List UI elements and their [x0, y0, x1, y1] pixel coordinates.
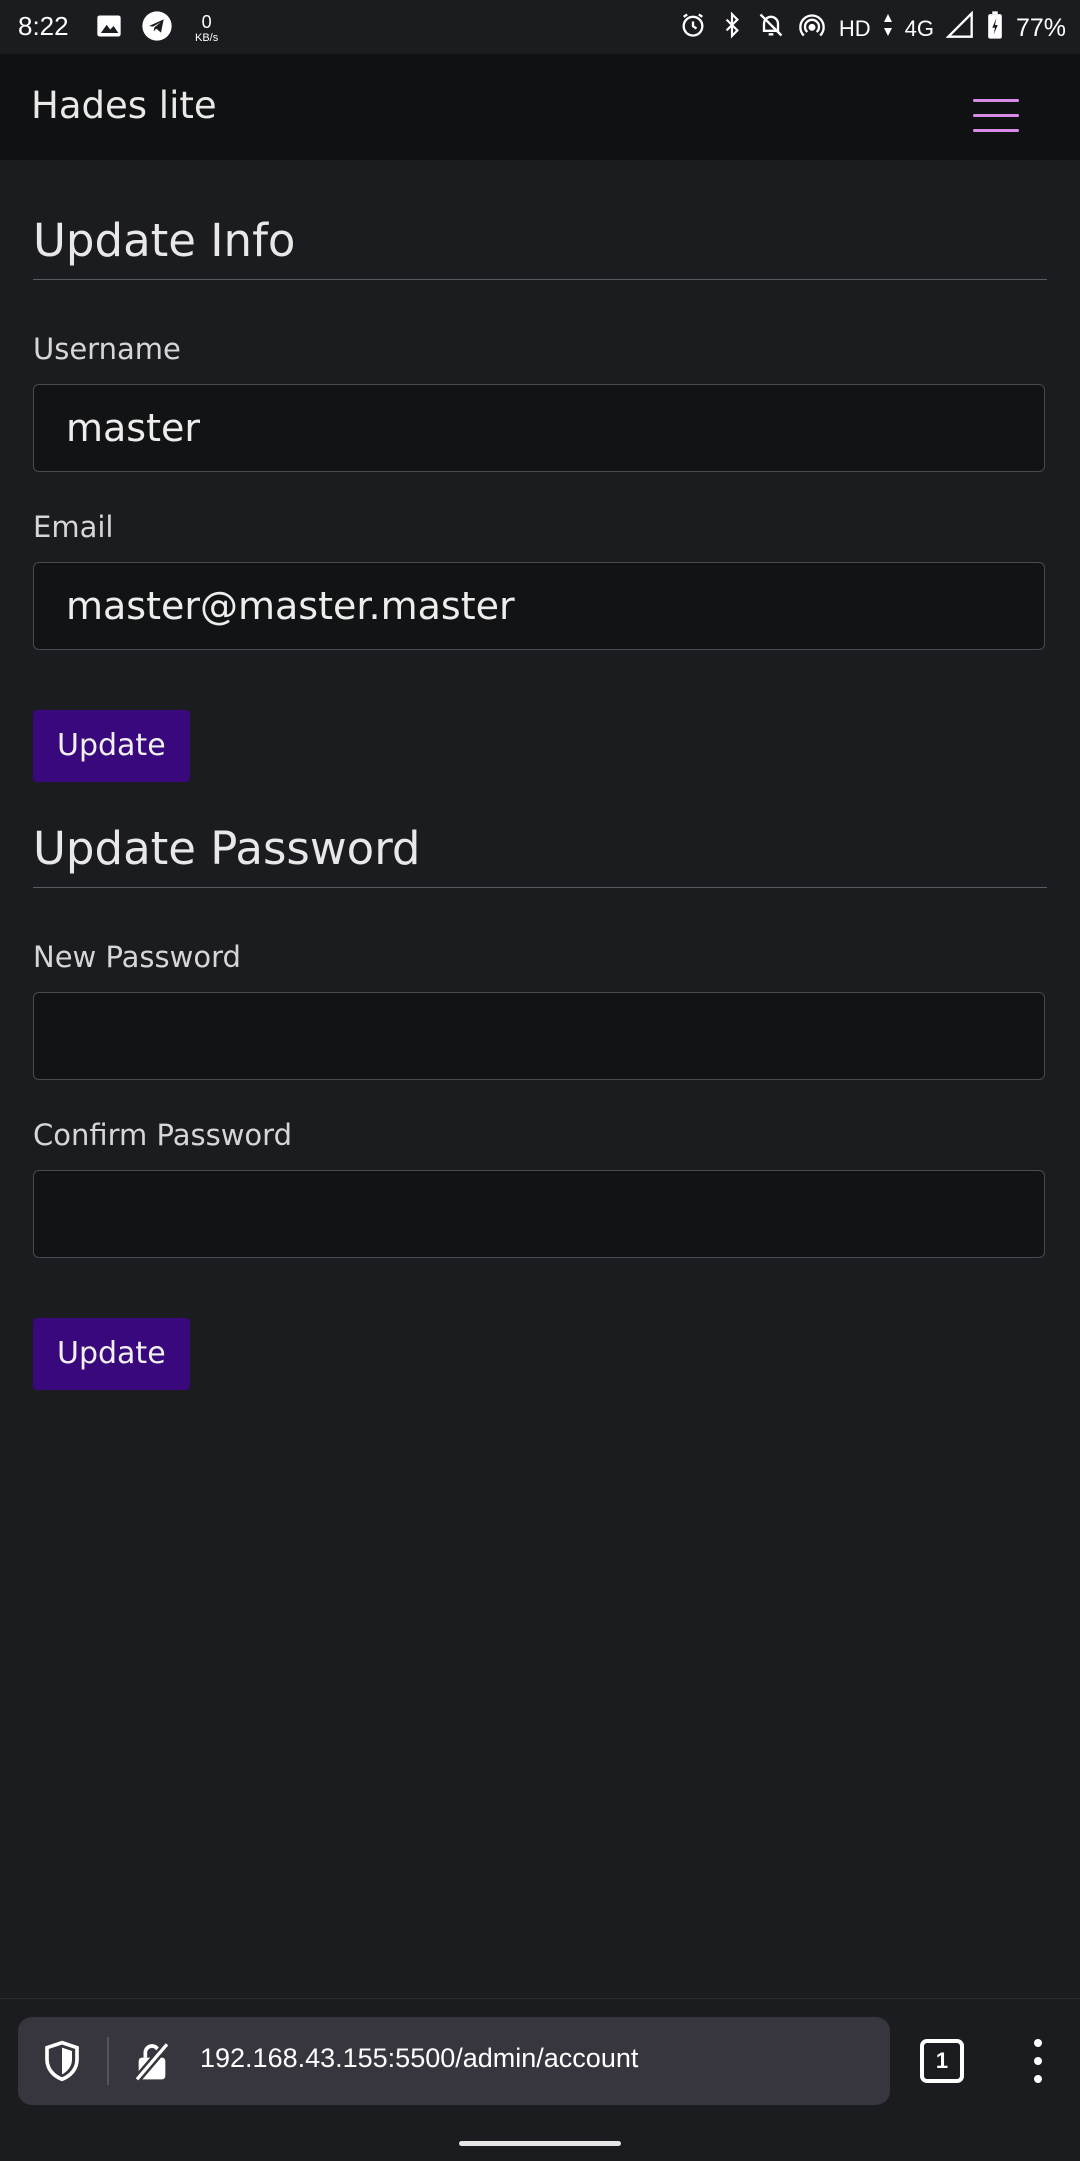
status-left-icons: 0 KB/s — [95, 10, 218, 47]
confirm-password-input[interactable] — [33, 1170, 1045, 1258]
gallery-icon — [95, 12, 123, 45]
update-password-button[interactable]: Update — [33, 1318, 190, 1390]
browser-bottom-bar: 192.168.43.155:5500/admin/account 1 — [0, 1998, 1080, 2161]
tabs-count-button[interactable]: 1 — [920, 2039, 964, 2083]
network-speed-value: 0 — [201, 12, 212, 32]
confirm-password-label: Confirm Password — [33, 1118, 292, 1152]
more-menu-icon[interactable] — [1026, 2039, 1050, 2083]
username-input[interactable] — [33, 384, 1045, 472]
url-bar[interactable]: 192.168.43.155:5500/admin/account — [18, 2017, 890, 2105]
hotspot-icon — [797, 11, 827, 46]
battery-percent: 77% — [1015, 14, 1066, 42]
bluetooth-icon — [719, 11, 745, 46]
status-bar: 8:22 0 KB/s HD 4G 77% — [0, 0, 1080, 54]
update-info-section: Update Info Username Email Update — [33, 160, 1047, 782]
shield-icon[interactable] — [42, 2039, 82, 2083]
new-password-label: New Password — [33, 940, 241, 974]
network-speed-unit: KB/s — [195, 32, 219, 44]
update-info-title: Update Info — [33, 160, 1047, 280]
menu-dot — [1034, 2039, 1042, 2047]
gesture-navigation-bar[interactable] — [459, 2141, 621, 2146]
new-password-input[interactable] — [33, 992, 1045, 1080]
telegram-icon — [141, 10, 173, 47]
url-text[interactable]: 192.168.43.155:5500/admin/account — [200, 2043, 638, 2074]
brand-title[interactable]: Hades lite — [31, 84, 217, 127]
hamburger-menu-icon[interactable] — [960, 88, 1032, 142]
signal-icon — [945, 10, 974, 46]
username-label: Username — [33, 332, 181, 366]
hamburger-line — [973, 128, 1019, 132]
network-speed: 0 KB/s — [195, 13, 218, 44]
status-right-icons: HD 4G 77% — [679, 10, 1066, 47]
hamburger-line — [973, 98, 1019, 102]
update-info-button[interactable]: Update — [33, 710, 190, 782]
mute-icon — [757, 11, 785, 46]
status-time: 8:22 — [18, 11, 69, 41]
menu-dot — [1034, 2075, 1042, 2083]
menu-dot — [1034, 2057, 1042, 2065]
data-arrows-icon — [883, 12, 893, 45]
navbar: Hades lite — [0, 54, 1080, 160]
email-label: Email — [33, 510, 114, 544]
hamburger-line — [973, 113, 1019, 117]
hd-indicator: HD — [838, 15, 871, 41]
url-divider — [107, 2037, 109, 2085]
insecure-lock-icon[interactable] — [132, 2039, 172, 2083]
alarm-icon — [679, 11, 707, 46]
update-password-title: Update Password — [33, 782, 1047, 888]
network-type: 4G — [904, 15, 934, 41]
main-content: Update Info Username Email Update Update… — [33, 160, 1047, 1390]
battery-icon — [986, 10, 1004, 47]
update-password-section: Update Password New Password Confirm Pas… — [33, 782, 1047, 1390]
email-input[interactable] — [33, 562, 1045, 650]
